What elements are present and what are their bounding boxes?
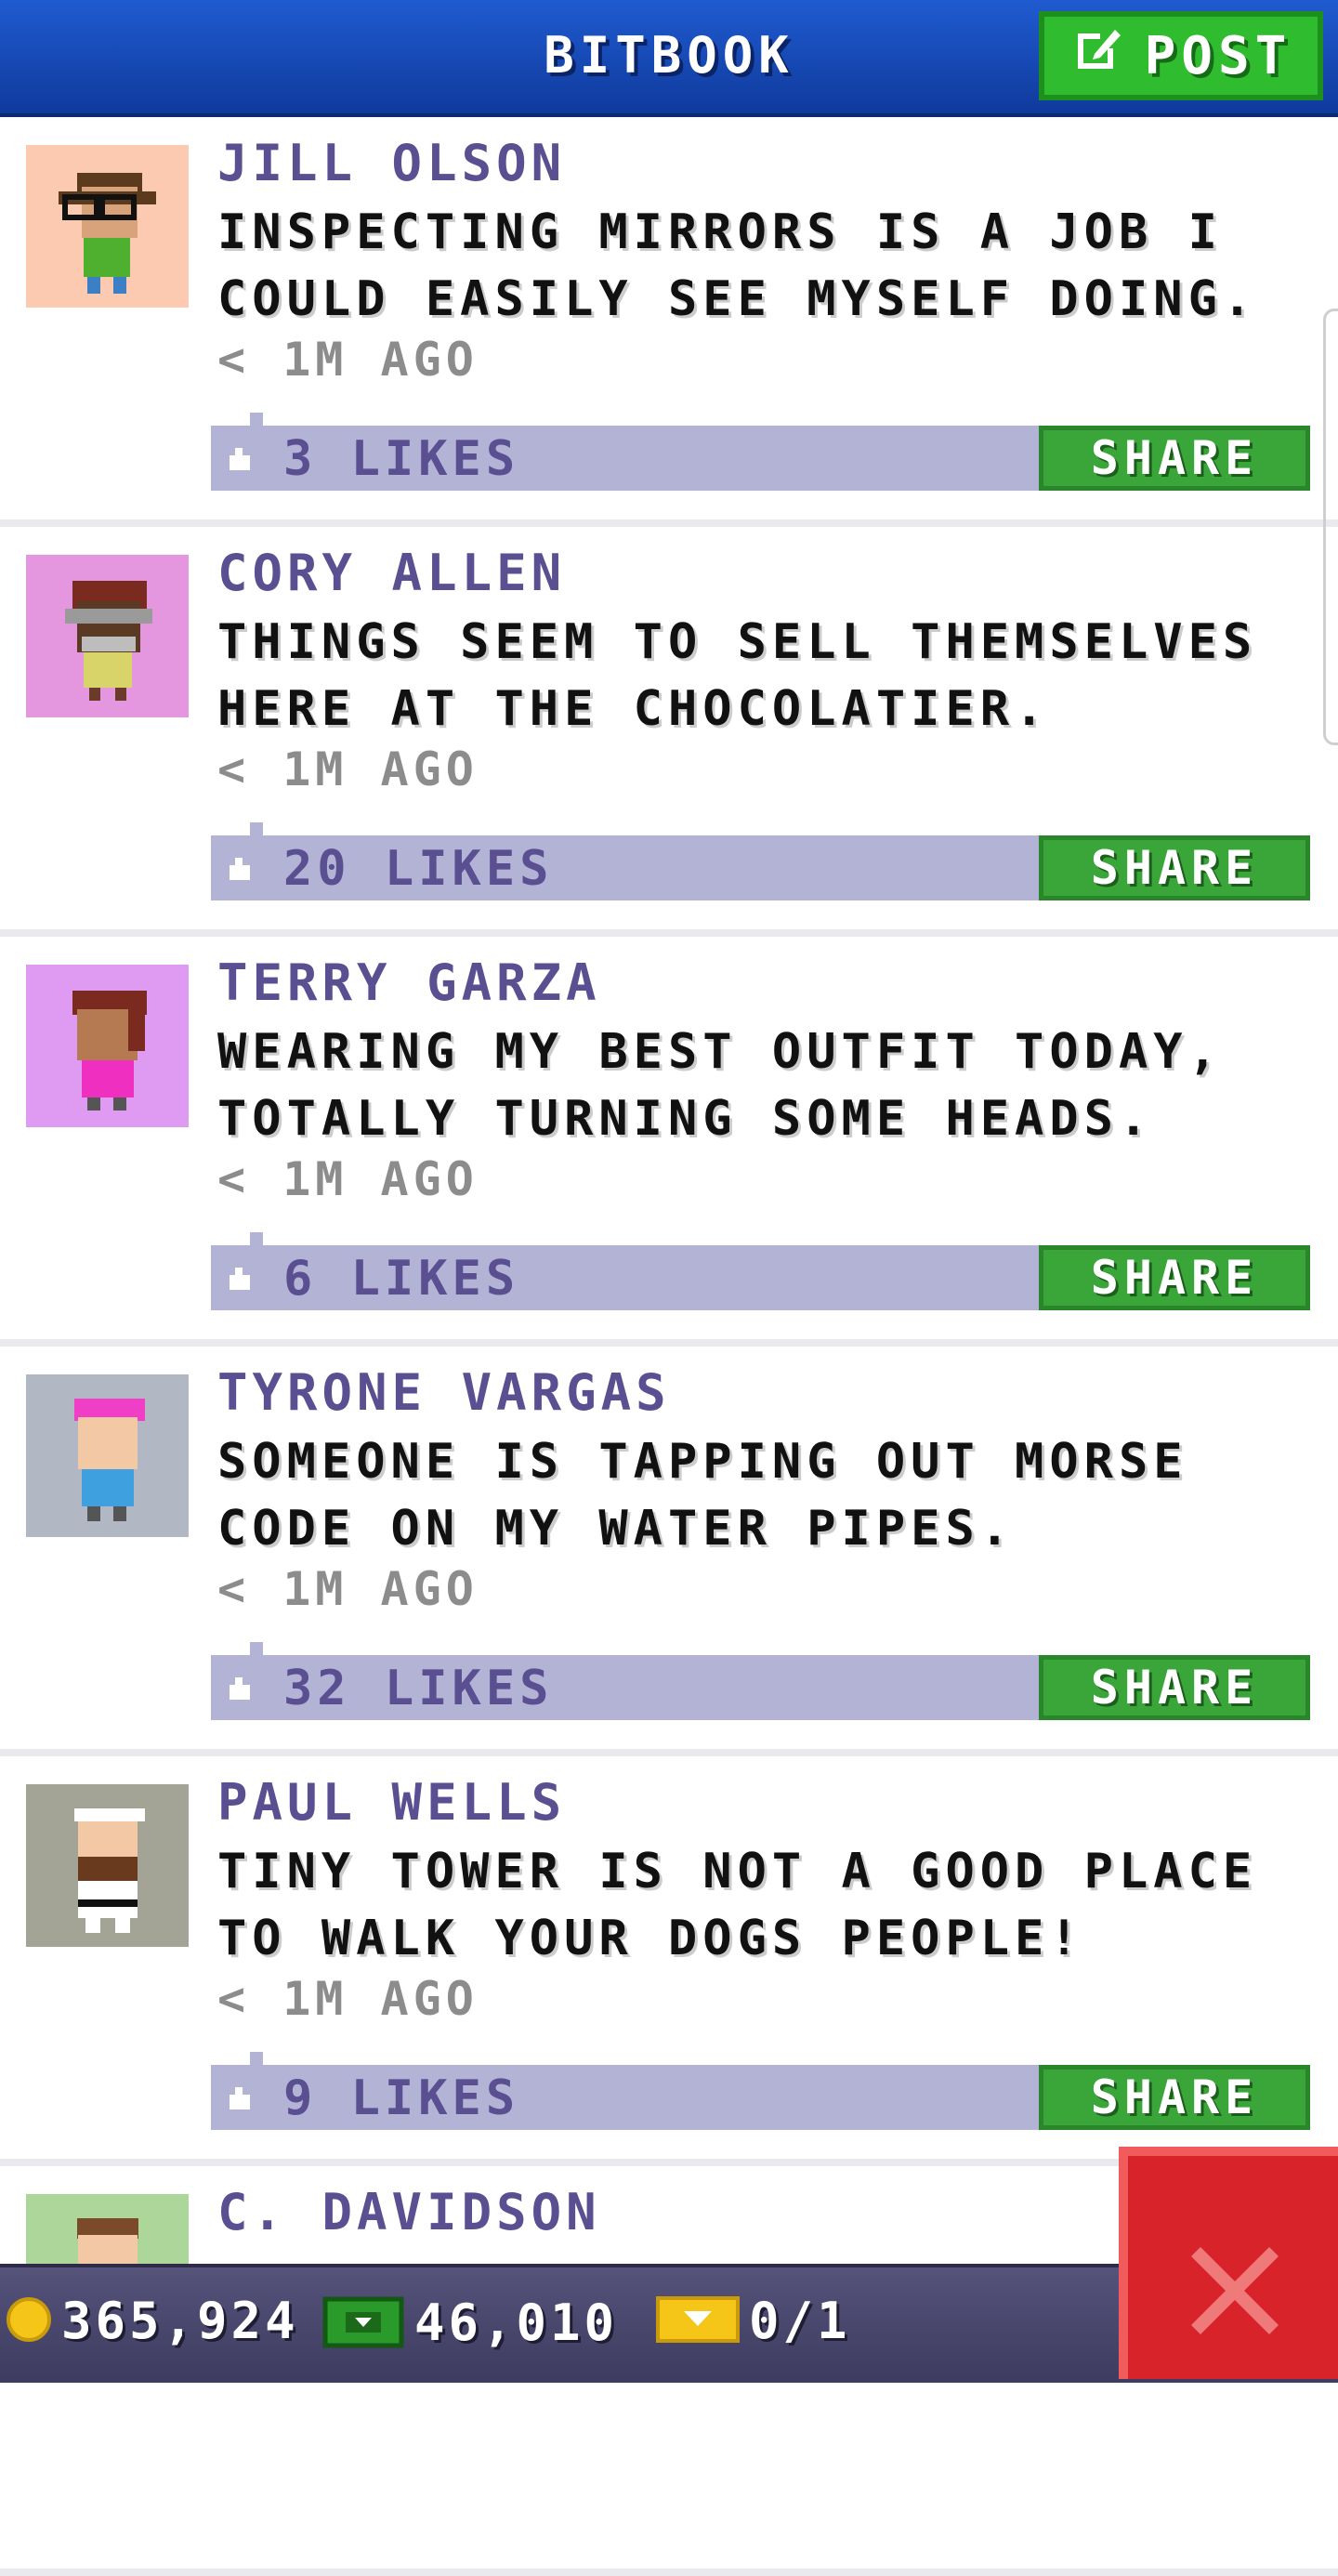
thumbs-up-icon[interactable] bbox=[226, 854, 254, 882]
post-time: < 1M AGO bbox=[217, 1152, 479, 1206]
likes-bar: 9 LIKES SHARE bbox=[211, 2052, 1310, 2130]
post-author[interactable]: CORY ALLEN bbox=[217, 544, 566, 602]
post-message: SOMEONE IS TAPPING OUT MORSE CODE ON MY … bbox=[217, 1434, 1188, 1557]
thumbs-up-icon[interactable] bbox=[226, 444, 254, 472]
post-time: < 1M AGO bbox=[217, 333, 479, 387]
likes-bar: 32 LIKES SHARE bbox=[211, 1642, 1310, 1720]
ticket-icon bbox=[656, 2294, 740, 2348]
post-message: TINY TOWER IS NOT A GOOD PLACE TO WALK Y… bbox=[217, 1844, 1258, 1966]
post-time: < 1M AGO bbox=[217, 1972, 479, 2026]
thumbs-up-icon[interactable] bbox=[226, 1264, 254, 1292]
coins-stat: 365,924 bbox=[6, 2292, 299, 2350]
avatar bbox=[26, 1784, 189, 1947]
likes-bar: 20 LIKES SHARE bbox=[211, 822, 1310, 900]
post-button-label: POST bbox=[1144, 25, 1292, 86]
bux-icon bbox=[321, 2292, 405, 2353]
post-author[interactable]: TERRY GARZA bbox=[217, 953, 601, 1012]
scrollbar[interactable] bbox=[1323, 309, 1338, 745]
avatar bbox=[26, 145, 189, 308]
post-item: CORY ALLEN THINGS SEEM TO SELL THEMSELVE… bbox=[0, 527, 1338, 937]
post-author[interactable]: JILL OLSON bbox=[217, 134, 566, 192]
coin-icon bbox=[6, 2296, 52, 2346]
share-button[interactable]: SHARE bbox=[1039, 1655, 1310, 1720]
post-author[interactable]: TYRONE VARGAS bbox=[217, 1363, 671, 1422]
share-button[interactable]: SHARE bbox=[1039, 426, 1310, 491]
post-message: THINGS SEEM TO SELL THEMSELVES HERE AT T… bbox=[217, 614, 1258, 737]
app-header: BITBOOK POST bbox=[0, 0, 1338, 117]
post-item: TYRONE VARGAS SOMEONE IS TAPPING OUT MOR… bbox=[0, 1347, 1338, 1756]
coins-value: 365,924 bbox=[61, 2292, 299, 2350]
avatar bbox=[26, 965, 189, 1127]
likes-count: 20 LIKES bbox=[283, 841, 554, 897]
avatar bbox=[26, 555, 189, 717]
post-message: INSPECTING MIRRORS IS A JOB I COULD EASI… bbox=[217, 204, 1258, 327]
likes-count: 32 LIKES bbox=[283, 1661, 554, 1716]
likes-count: 9 LIKES bbox=[283, 2070, 520, 2126]
likes-count: 6 LIKES bbox=[283, 1251, 520, 1307]
share-button[interactable]: SHARE bbox=[1039, 2065, 1310, 2130]
post-time: < 1M AGO bbox=[217, 1562, 479, 1616]
post-time: < 1M AGO bbox=[217, 743, 479, 796]
bux-value: 46,010 bbox=[414, 2293, 619, 2352]
post-message: WEARING MY BEST OUTFIT TODAY, TOTALLY TU… bbox=[217, 1024, 1223, 1147]
avatar bbox=[26, 1374, 189, 1537]
share-button[interactable]: SHARE bbox=[1039, 1245, 1310, 1310]
share-button[interactable]: SHARE bbox=[1039, 835, 1310, 900]
thumbs-up-icon[interactable] bbox=[226, 1674, 254, 1702]
bux-stat: 46,010 bbox=[321, 2292, 618, 2353]
post-item: TERRY GARZA WEARING MY BEST OUTFIT TODAY… bbox=[0, 937, 1338, 1347]
post-button[interactable]: POST bbox=[1039, 11, 1323, 100]
post-item: JILL OLSON INSPECTING MIRRORS IS A JOB I… bbox=[0, 117, 1338, 527]
tickets-value: 0/1 bbox=[749, 2292, 851, 2350]
likes-bar: 6 LIKES SHARE bbox=[211, 1232, 1310, 1310]
close-button[interactable] bbox=[1119, 2147, 1338, 2379]
edit-icon bbox=[1070, 22, 1124, 89]
likes-count: 3 LIKES bbox=[283, 431, 520, 487]
tickets-stat: 0/1 bbox=[656, 2292, 851, 2350]
close-icon bbox=[1184, 2240, 1286, 2346]
post-author[interactable]: PAUL WELLS bbox=[217, 1773, 566, 1832]
thumbs-up-icon[interactable] bbox=[226, 2083, 254, 2111]
post-item: PAUL WELLS TINY TOWER IS NOT A GOOD PLAC… bbox=[0, 1756, 1338, 2166]
post-author[interactable]: C. DAVIDSON bbox=[217, 2183, 601, 2241]
likes-bar: 3 LIKES SHARE bbox=[211, 413, 1310, 491]
